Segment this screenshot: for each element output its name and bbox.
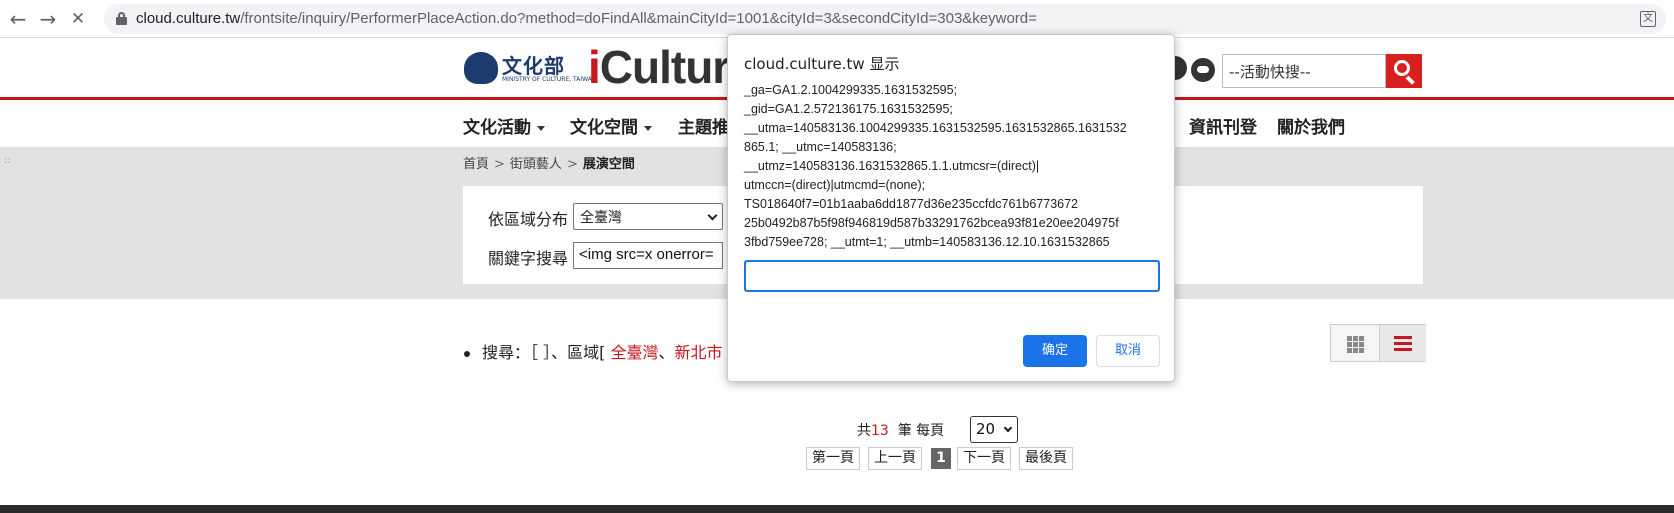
back-arrow-icon[interactable]: ← [6,7,30,31]
address-bar[interactable]: cloud.culture.tw/frontsite/inquiry/Perfo… [104,4,1666,34]
ministry-of-culture-logo[interactable]: 文化部 MINISTRY OF CULTURE, TAIWAN [464,50,596,86]
moc-subtitle: MINISTRY OF CULTURE, TAIWAN [502,76,597,83]
view-toggle [1330,324,1426,362]
stop-loading-icon[interactable]: ✕ [66,7,90,31]
ok-button[interactable]: 确定 [1023,335,1087,367]
moc-name: 文化部 [502,54,565,78]
region-tag-all-taiwan[interactable]: 全臺灣 [610,343,658,362]
translate-icon[interactable]: 文 [1640,11,1656,27]
search-button[interactable] [1386,54,1422,88]
nav-item-about-us[interactable]: 關於我們 [1277,113,1345,138]
prev-page-button[interactable]: 上一頁 [868,447,922,470]
dialog-message: _ga=GA1.2.1004299335.1631532595; _gid=GA… [744,83,1127,249]
region-select[interactable]: 全臺灣 [573,203,723,230]
region-tag-new-taipei[interactable]: 新北市 [674,343,722,362]
breadcrumb: 首頁 > 街頭藝人 > 展演空間 [463,157,635,172]
nav-item-publish-info[interactable]: 資訊刊登 [1189,113,1257,138]
cloud-icon[interactable] [1191,58,1215,82]
nav-item-cultural-spaces[interactable]: 文化空間 [570,113,652,138]
nav-item-themes[interactable]: 主題推 [678,113,729,138]
grid-view-icon[interactable] [1331,325,1379,361]
caret-down-icon [537,125,545,131]
lock-icon [116,12,127,25]
iculture-logo[interactable]: iCultur [588,42,730,92]
drag-handle-icon: :: [4,155,11,166]
nav-item-cultural-events[interactable]: 文化活動 [463,113,545,138]
footer-bar [0,505,1674,513]
moc-emblem-icon [464,52,498,84]
current-page[interactable]: 1 [931,448,951,469]
per-page-select[interactable]: 20 [970,416,1018,443]
list-view-icon[interactable] [1379,325,1426,361]
breadcrumb-current: 展演空間 [582,157,635,172]
search-summary: 搜尋：［ ］、區域[ 全臺灣、新北市 [464,339,722,363]
cancel-button[interactable]: 取消 [1096,335,1160,367]
first-page-button[interactable]: 第一頁 [806,447,860,470]
chevron-down-icon [707,210,718,221]
dialog-input[interactable] [744,260,1160,292]
caret-down-icon [644,125,652,131]
forward-arrow-icon[interactable]: → [36,7,60,31]
quick-search-input[interactable]: --活動快搜-- [1222,54,1386,88]
chevron-down-icon [1003,423,1013,433]
breadcrumb-home[interactable]: 首頁 [463,157,489,172]
region-filter-label: 依區域分布 [488,210,569,229]
next-page-button[interactable]: 下一頁 [957,447,1011,470]
keyword-input[interactable]: <img src=x onerror= [573,242,723,269]
keyword-filter-label: 關鍵字搜尋 [488,249,569,268]
browser-toolbar: ← → ✕ cloud.culture.tw/frontsite/inquiry… [0,0,1674,38]
last-page-button[interactable]: 最後頁 [1019,447,1073,470]
dialog-title: cloud.culture.tw 显示 [744,55,900,73]
prompt-dialog: cloud.culture.tw 显示 _ga=GA1.2.1004299335… [727,34,1175,382]
breadcrumb-street-artists[interactable]: 街頭藝人 [510,157,562,172]
url-text[interactable]: cloud.culture.tw/frontsite/inquiry/Perfo… [136,10,1037,27]
search-icon [1394,60,1410,76]
total-count-text: 共13 筆 每頁 [857,423,945,439]
